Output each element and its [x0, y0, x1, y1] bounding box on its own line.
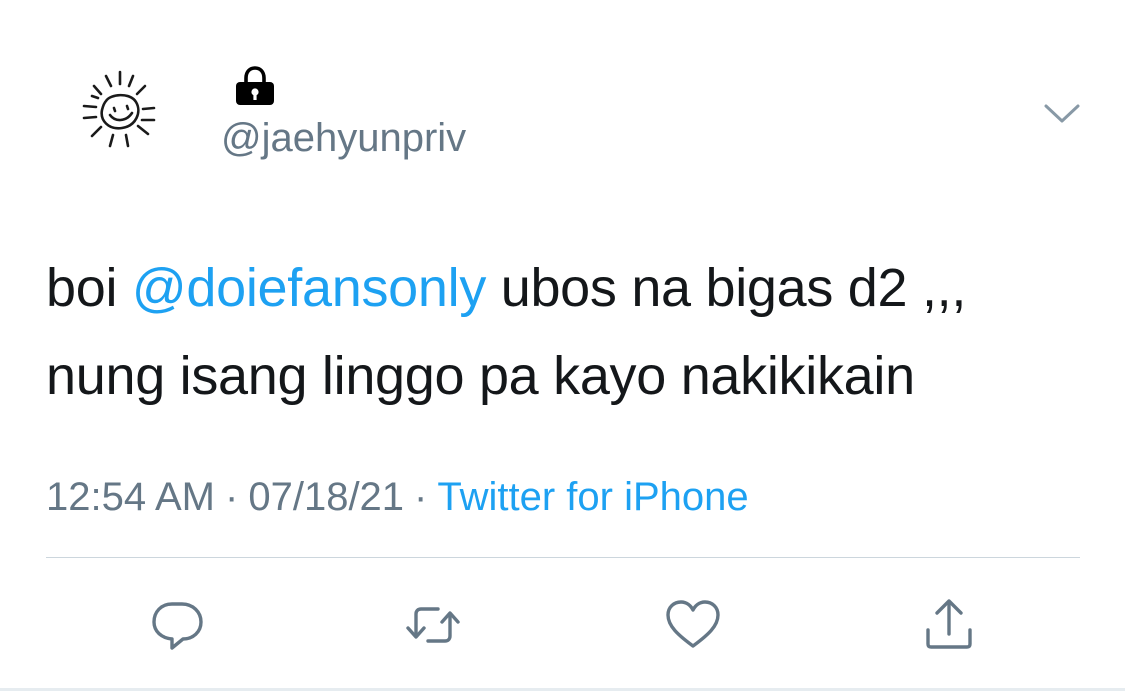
tweet-meta: 12:54 AM · 07/18/21 · Twitter for iPhone	[46, 472, 749, 522]
heart-icon	[666, 600, 720, 648]
like-button[interactable]	[658, 590, 728, 660]
share-icon	[926, 599, 972, 649]
reply-icon	[152, 602, 203, 650]
meta-separator: ·	[414, 475, 428, 519]
tweet-time: 12:54 AM	[46, 475, 216, 519]
author-handle[interactable]: @jaehyunpriv	[221, 114, 466, 162]
sun-avatar-icon	[82, 70, 156, 148]
avatar[interactable]	[70, 64, 170, 164]
action-bar	[0, 590, 1125, 660]
mention-link[interactable]: @doiefansonly	[132, 258, 486, 318]
tweet-text-prefix: boi	[46, 258, 132, 318]
tweet-text: boi @doiefansonly ubos na bigas d2 ,,, n…	[46, 244, 1086, 420]
meta-separator: ·	[225, 475, 239, 519]
tweet-card: @jaehyunpriv boi @doiefansonly ubos na b…	[0, 0, 1125, 691]
retweet-icon	[406, 607, 460, 643]
chevron-down-icon[interactable]	[1042, 98, 1082, 128]
share-button[interactable]	[914, 590, 984, 660]
divider	[46, 557, 1080, 558]
tweet-date: 07/18/21	[248, 475, 405, 519]
reply-button[interactable]	[142, 590, 212, 660]
retweet-button[interactable]	[398, 590, 468, 660]
tweet-source-link[interactable]: Twitter for iPhone	[437, 475, 748, 519]
lock-icon	[234, 66, 276, 106]
